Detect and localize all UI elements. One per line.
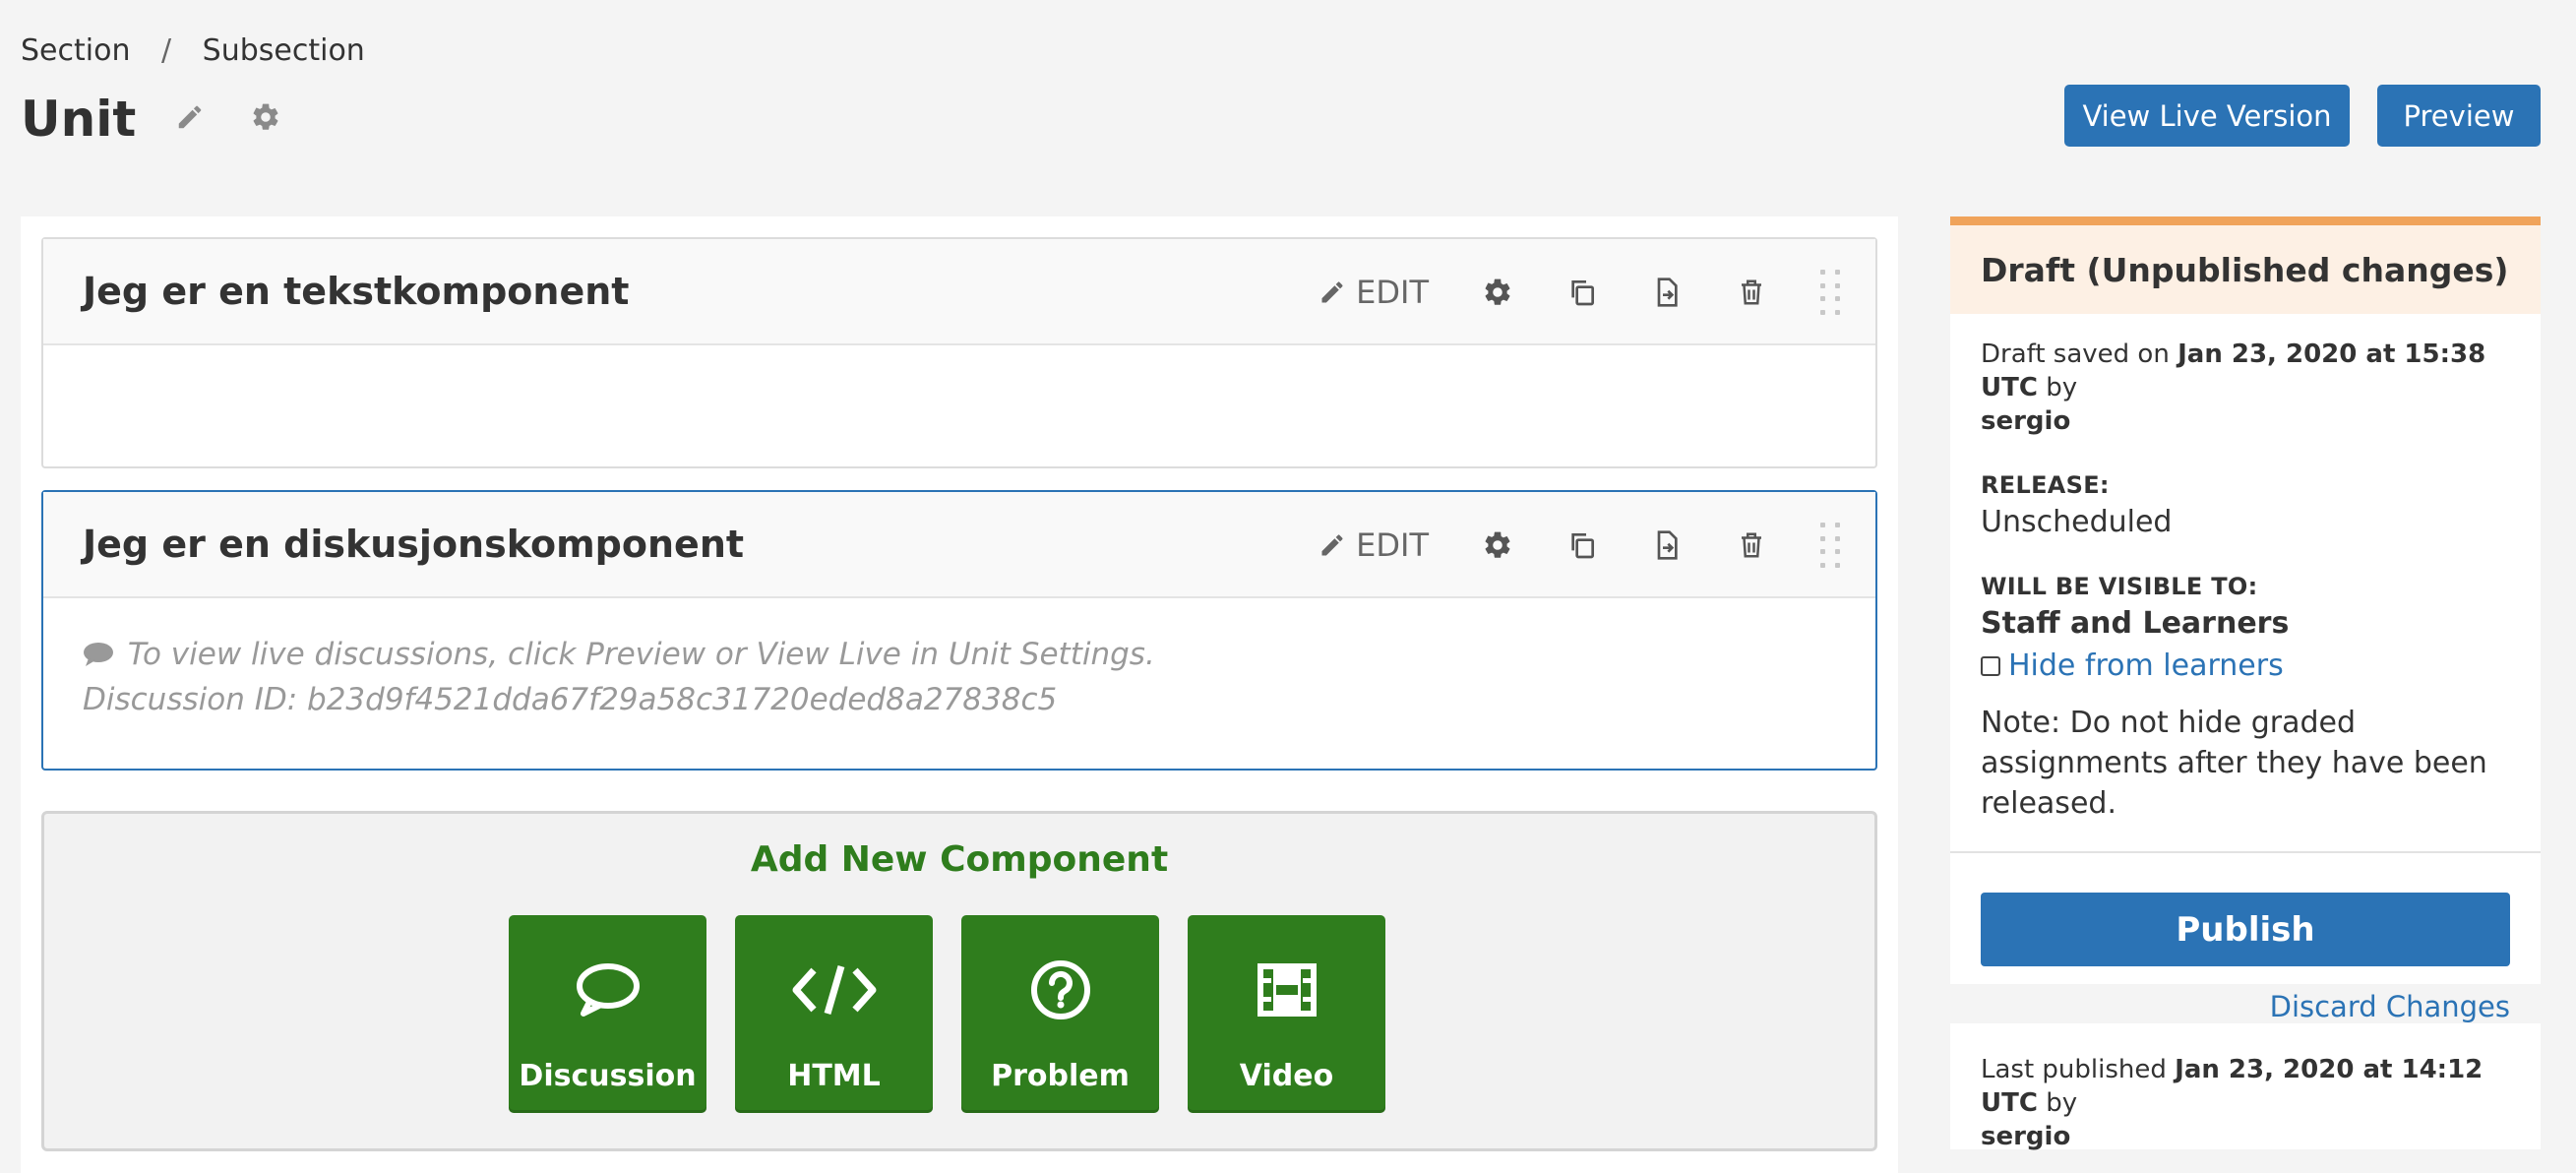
component-body: To view live discussions, click Preview …	[43, 598, 1875, 756]
release-label: RELEASE:	[1981, 471, 2110, 499]
add-problem-button[interactable]: Problem	[961, 915, 1159, 1113]
pencil-icon[interactable]	[175, 102, 205, 136]
title-row: Unit	[21, 94, 281, 144]
add-button-label: Problem	[991, 1059, 1130, 1093]
component-actions: EDIT	[1319, 239, 1875, 345]
breadcrumb-subsection[interactable]: Subsection	[203, 33, 365, 68]
component-actions: EDIT	[1319, 492, 1875, 598]
move-icon[interactable]	[1651, 277, 1683, 308]
draft-saved-info: Draft saved on Jan 23, 2020 at 15:38 UTC…	[1981, 338, 2510, 438]
hide-from-learners-toggle[interactable]: Hide from learners	[1981, 648, 2510, 683]
preview-button[interactable]: Preview	[2377, 85, 2541, 147]
discussion-hint: To view live discussions, click Preview …	[127, 637, 1155, 672]
status-title: Draft (Unpublished changes)	[1950, 225, 2541, 314]
question-circle-icon	[1030, 960, 1090, 1019]
visibility-note: Note: Do not hide graded assignments aft…	[1981, 706, 2487, 821]
add-video-button[interactable]: Video	[1188, 915, 1385, 1113]
component-header: Jeg er en diskusjonskomponent EDIT	[43, 492, 1875, 598]
drag-handle[interactable]	[1820, 523, 1840, 568]
discussion-id: Discussion ID: b23d9f4521dda67f29a58c317…	[83, 682, 1058, 717]
release-value: Unscheduled	[1981, 505, 2173, 539]
edit-button[interactable]: EDIT	[1319, 274, 1429, 311]
visible-value: Staff and Learners	[1981, 606, 2290, 641]
divider	[1950, 851, 2541, 853]
draft-saved-prefix: Draft saved on	[1981, 340, 2170, 369]
hide-from-learners-label[interactable]: Hide from learners	[2008, 648, 2284, 683]
drag-handle[interactable]	[1820, 270, 1840, 315]
discussion-hint-line: To view live discussions, click Preview …	[83, 632, 1836, 677]
component-header: Jeg er en tekstkomponent EDIT	[43, 239, 1875, 345]
add-component-buttons: Discussion HTML Problem Video	[509, 915, 1414, 1113]
gear-icon[interactable]	[1482, 277, 1513, 308]
edit-label: EDIT	[1356, 526, 1429, 564]
code-icon	[792, 965, 876, 1015]
draft-saved-by: by	[2046, 373, 2078, 402]
breadcrumb: Section / Subsection	[21, 33, 365, 68]
last-published-prefix: Last published	[1981, 1055, 2167, 1084]
edit-label: EDIT	[1356, 274, 1429, 311]
visibility-section: WILL BE VISIBLE TO: Staff and Learners H…	[1981, 573, 2510, 824]
discussion-component[interactable]: Jeg er en diskusjonskomponent EDIT To vi…	[41, 490, 1877, 771]
duplicate-icon[interactable]	[1566, 277, 1598, 308]
last-published-by: by	[2046, 1088, 2078, 1118]
speech-bubble-icon	[576, 963, 640, 1017]
view-live-button[interactable]: View Live Version	[2064, 85, 2350, 147]
pencil-icon	[1321, 281, 1343, 303]
gear-icon[interactable]	[250, 101, 281, 137]
hide-from-learners-checkbox[interactable]	[1981, 655, 2000, 676]
draft-saved-user: sergio	[1981, 406, 2071, 436]
add-discussion-button[interactable]: Discussion	[509, 915, 706, 1113]
add-html-button[interactable]: HTML	[735, 915, 933, 1113]
discard-changes-link[interactable]: Discard Changes	[1950, 990, 2510, 1023]
last-published-user: sergio	[1981, 1122, 2071, 1151]
visible-label: WILL BE VISIBLE TO:	[1981, 573, 2258, 600]
add-button-label: Discussion	[519, 1059, 697, 1093]
add-new-component-title: Add New Component	[750, 839, 1169, 880]
last-published-card: Last published Jan 23, 2020 at 14:12 UTC…	[1950, 1023, 2541, 1151]
trash-icon[interactable]	[1736, 277, 1767, 308]
add-new-component-panel: Add New Component Discussion HTML Proble…	[41, 811, 1877, 1151]
gear-icon[interactable]	[1482, 529, 1513, 561]
comment-icon	[84, 643, 113, 666]
text-component[interactable]: Jeg er en tekstkomponent EDIT	[41, 237, 1877, 468]
breadcrumb-section[interactable]: Section	[21, 33, 130, 68]
trash-icon[interactable]	[1736, 529, 1767, 561]
add-button-label: HTML	[787, 1059, 881, 1093]
move-icon[interactable]	[1651, 529, 1683, 561]
duplicate-icon[interactable]	[1566, 529, 1598, 561]
film-icon	[1257, 963, 1317, 1017]
page-title: Unit	[21, 91, 137, 148]
component-title: Jeg er en diskusjonskomponent	[83, 523, 745, 566]
breadcrumb-separator: /	[161, 33, 172, 68]
edit-button[interactable]: EDIT	[1319, 526, 1429, 564]
publish-button[interactable]: Publish	[1981, 893, 2510, 966]
add-button-label: Video	[1239, 1059, 1334, 1093]
pencil-icon	[1321, 534, 1343, 556]
publish-status-card: Draft (Unpublished changes) Draft saved …	[1950, 216, 2541, 1023]
component-title: Jeg er en tekstkomponent	[83, 270, 630, 313]
release-section: RELEASE: Unscheduled	[1981, 471, 2510, 539]
